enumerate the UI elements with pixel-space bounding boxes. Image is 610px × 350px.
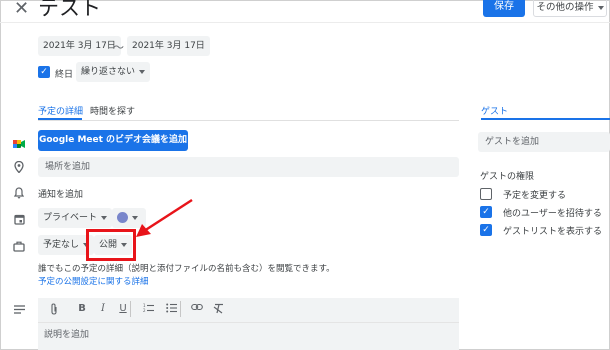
visibility-description: 誰でもこの予定の詳細（説明と添付ファイルの名前も含む）を閲覧できます。 — [38, 264, 335, 274]
header-divider — [0, 22, 610, 23]
toolbar-divider — [38, 322, 459, 323]
calendar-icon — [12, 214, 26, 228]
allday-label: 終日 — [55, 70, 74, 80]
permission-invite-label: 他のユーザーを招待する — [503, 209, 602, 219]
tab-event-details[interactable]: 予定の詳細 — [38, 104, 83, 117]
bell-icon — [12, 187, 26, 202]
permission-seelist-label: ゲストリストを表示する — [503, 227, 603, 237]
description-placeholder: 説明を追加 — [44, 330, 90, 340]
add-notification-link[interactable]: 通知を追加 — [38, 187, 83, 200]
link-icon[interactable] — [191, 303, 203, 315]
location-pin-icon — [12, 160, 26, 176]
add-google-meet-button[interactable]: Google Meet のビデオ会議を追加 — [38, 130, 188, 151]
guests-tab[interactable]: ゲスト — [481, 104, 508, 117]
repeat-label: 繰り返さない — [81, 67, 136, 77]
bulleted-list-icon[interactable] — [165, 303, 177, 317]
tabs-divider — [38, 120, 459, 121]
visibility-help-link[interactable]: 予定の公開設定に関する詳細 — [38, 275, 149, 287]
numbered-list-icon[interactable]: 12 — [142, 303, 154, 317]
add-guests-input[interactable]: ゲストを追加 — [478, 132, 610, 152]
start-date-chip[interactable]: 2021年 3月 17日 — [38, 36, 121, 56]
underline-icon[interactable]: U — [117, 303, 129, 315]
permission-invite-checkbox[interactable]: ✓ — [480, 206, 492, 218]
annotation-arrow — [136, 198, 193, 237]
clear-formatting-icon[interactable] — [212, 303, 224, 318]
availability-label: 予定なし — [43, 240, 80, 250]
toolbar-separator — [130, 301, 131, 317]
attachment-icon[interactable] — [48, 303, 60, 319]
chevron-down-icon — [101, 215, 108, 220]
location-input[interactable]: 場所を追加 — [38, 157, 459, 177]
calendar-dropdown[interactable]: プライベート — [38, 208, 113, 228]
google-meet-icon — [13, 134, 25, 148]
permission-modify-label: 予定を変更する — [503, 191, 567, 201]
more-actions-button[interactable]: その他の操作 — [533, 0, 607, 17]
end-date-chip[interactable]: 2021年 3月 17日 — [127, 36, 210, 56]
permission-modify-checkbox[interactable] — [480, 188, 492, 200]
toolbar-separator — [180, 301, 181, 317]
description-icon — [12, 305, 26, 317]
permission-seelist-checkbox[interactable]: ✓ — [480, 224, 492, 236]
chevron-down-icon — [597, 5, 604, 10]
date-separator: ～ — [113, 41, 124, 54]
italic-icon[interactable]: I — [97, 303, 109, 315]
event-title[interactable]: テスト — [38, 0, 101, 20]
calendar-label: プライベート — [43, 213, 98, 223]
briefcase-icon — [12, 241, 26, 255]
bold-icon[interactable]: B — [76, 303, 88, 315]
repeat-dropdown[interactable]: 繰り返さない — [76, 62, 151, 82]
tab-find-time[interactable]: 時間を探す — [90, 104, 135, 117]
guests-tab-indicator — [481, 118, 610, 120]
allday-checkbox[interactable]: ✓ — [38, 66, 50, 78]
svg-text:2: 2 — [143, 308, 146, 313]
chevron-down-icon — [139, 69, 146, 74]
close-icon[interactable]: ✕ — [14, 0, 29, 18]
guest-permissions-title: ゲストの権限 — [480, 172, 535, 182]
more-actions-label: その他の操作 — [536, 2, 594, 13]
save-button[interactable]: 保存 — [483, 0, 525, 17]
